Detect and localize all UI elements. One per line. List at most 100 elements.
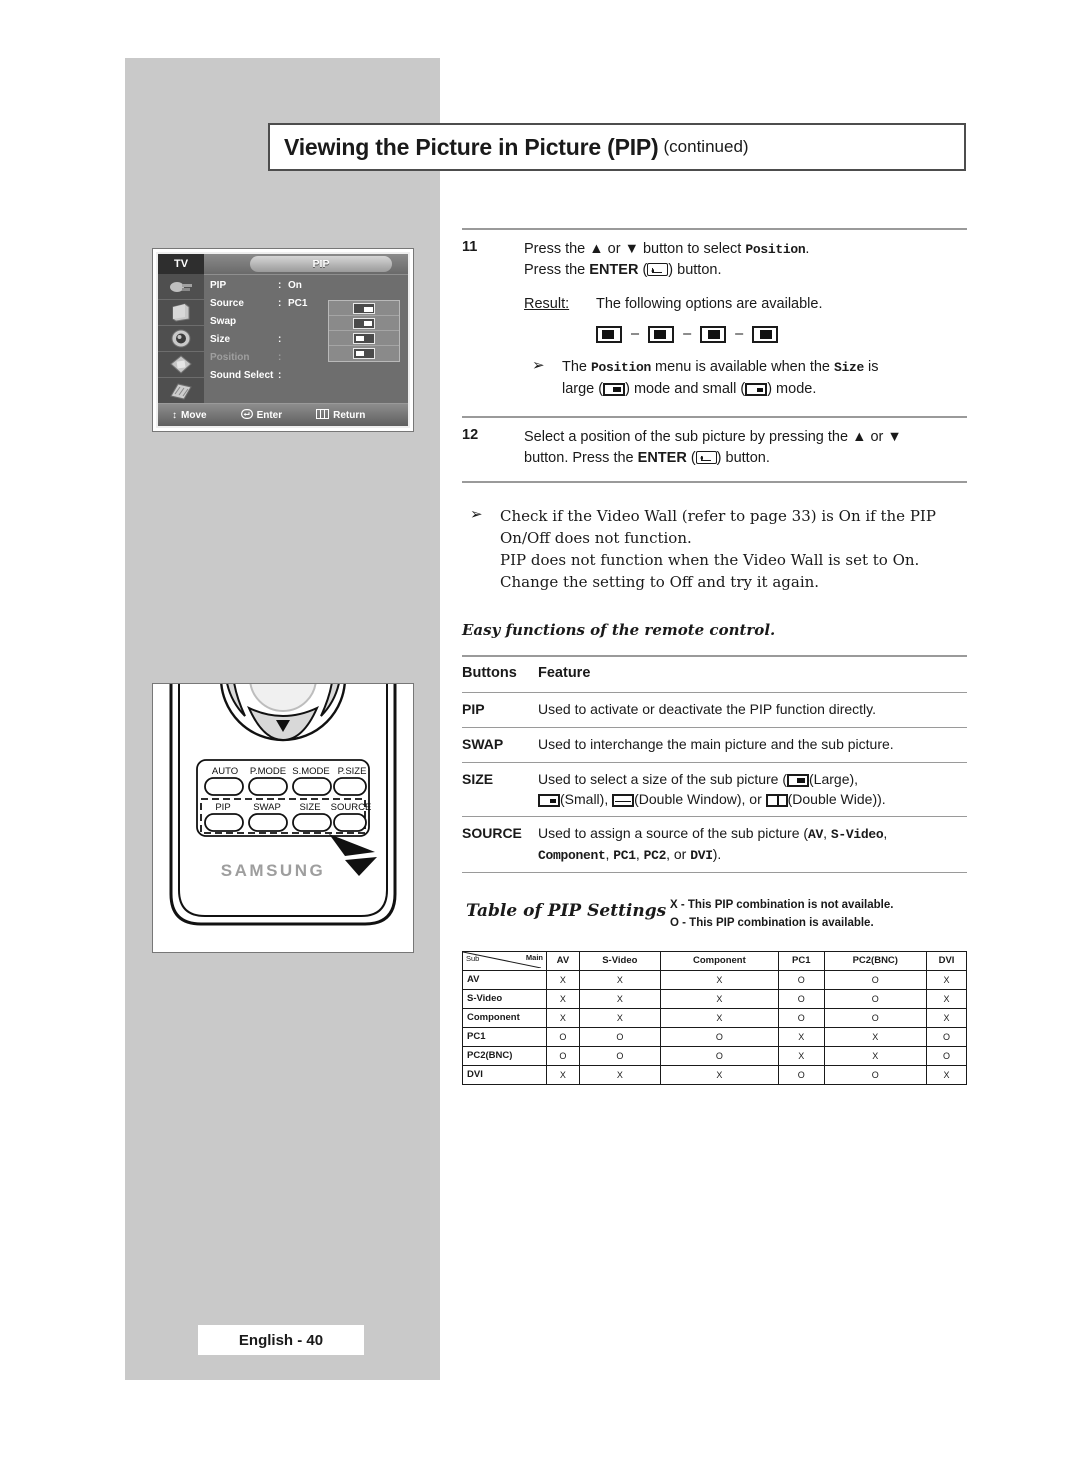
- cell: X: [578, 1064, 661, 1085]
- pip-icon: [158, 378, 204, 404]
- row-header: PC1: [462, 1026, 547, 1047]
- legend-x: X - This PIP combination is not availabl…: [670, 899, 894, 912]
- table-row: PIP Used to activate or deactivate the P…: [462, 692, 967, 728]
- note-text: The Position menu is available when the …: [562, 357, 879, 401]
- osd-icon-column: [158, 274, 204, 404]
- double-wide-icon: [765, 793, 788, 807]
- osd-value: PC1: [288, 297, 308, 309]
- column-header-buttons: Buttons: [462, 665, 517, 682]
- osd-label: PIP: [210, 279, 227, 291]
- table-row: DVI X X X O O X: [462, 1064, 967, 1085]
- osd-tab-pip: PIP: [250, 256, 392, 272]
- pip-settings-title: Table of PIP Settings: [466, 901, 667, 922]
- remote-button-psize: [333, 777, 367, 796]
- manual-page: Viewing the Picture in Picture (PIP) (co…: [0, 0, 1080, 1473]
- size-large-icon: [603, 382, 626, 396]
- position-option-icons: – – –: [596, 324, 879, 345]
- row-header: PC2(BNC): [462, 1045, 547, 1066]
- step-line: button. Press the ENTER () button.: [524, 449, 770, 466]
- sound-icon: [158, 326, 204, 352]
- cell: O: [546, 1026, 580, 1047]
- row-header: AV: [462, 969, 547, 990]
- table-row: SIZE Used to select a size of the sub pi…: [462, 762, 967, 817]
- remote-button-pip: [204, 813, 244, 832]
- input-source-icon: [158, 274, 204, 300]
- cell: X: [546, 1007, 580, 1028]
- osd-row-pip: PIP : On: [210, 276, 404, 294]
- step-number: 12: [462, 426, 479, 443]
- step-body: Select a position of the sub picture by …: [524, 427, 902, 469]
- osd-label: Swap: [210, 315, 237, 327]
- cell: X: [659, 1007, 779, 1028]
- cell: O: [823, 969, 928, 990]
- cell: O: [777, 1007, 825, 1028]
- osd-label: Sound Select: [210, 369, 274, 381]
- corner-main-label: Main: [525, 952, 543, 962]
- remote-btn-label-swap: SWAP: [253, 802, 281, 813]
- remote-btn-label-smode: S.MODE: [292, 766, 329, 777]
- cell: X: [777, 1026, 825, 1047]
- remote-btn-label-source: SOURCE: [331, 802, 372, 813]
- osd-colon: :: [278, 279, 282, 291]
- column-header: PC1: [777, 950, 825, 971]
- osd-size-options: [328, 300, 400, 362]
- cell: O: [659, 1045, 779, 1066]
- cell: X: [546, 969, 580, 990]
- position-note: ➢ The Position menu is available when th…: [532, 357, 879, 401]
- osd-label: Size: [210, 333, 231, 345]
- osd-help-label: Enter: [256, 409, 283, 421]
- content-column: 11 Press the ▲ or ▼ button to select Pos…: [462, 0, 967, 1473]
- osd-colon: :: [278, 297, 282, 309]
- cell: O: [546, 1045, 580, 1066]
- position-top-left-icon: [648, 326, 675, 344]
- size-large-icon: [353, 302, 375, 314]
- result-block: Result: The following options are availa…: [524, 294, 879, 315]
- cell: X: [823, 1026, 928, 1047]
- remote-button-swap: [248, 813, 288, 832]
- button-name: SWAP: [462, 735, 504, 752]
- note-line: PIP does not function when the Video Wal…: [500, 550, 920, 569]
- button-name: SIZE: [462, 770, 494, 787]
- legend-o: O - This PIP combination is available.: [670, 917, 874, 930]
- cell: X: [659, 988, 779, 1009]
- easy-functions-heading: Easy functions of the remote control.: [462, 621, 776, 640]
- menu-icon: [316, 408, 330, 422]
- dash-separator: –: [631, 326, 640, 343]
- cell: X: [823, 1045, 928, 1066]
- table-row: PC1 O O O X X O: [462, 1026, 967, 1047]
- step-line: Select a position of the sub picture by …: [524, 428, 902, 445]
- cell: X: [926, 988, 967, 1009]
- size-variant-icon: [353, 348, 375, 359]
- cell: X: [926, 1007, 967, 1028]
- size-variant-icon: [353, 332, 375, 344]
- table-row: SOURCE Used to assign a source of the su…: [462, 817, 967, 873]
- size-variant-icon: [353, 317, 375, 329]
- cell: O: [926, 1045, 967, 1066]
- video-wall-note: ➢ Check if the Video Wall (refer to page…: [470, 505, 967, 594]
- page-footer: English - 40: [198, 1325, 364, 1355]
- cell: O: [777, 988, 825, 1009]
- osd-help-return: Return: [316, 408, 366, 422]
- cell: O: [926, 1026, 967, 1047]
- osd-colon: :: [278, 351, 282, 363]
- osd-tv-label: TV: [158, 254, 204, 274]
- dash-separator: –: [735, 326, 744, 343]
- enter-key-icon: [647, 263, 669, 277]
- osd-help-label: Return: [333, 409, 366, 421]
- position-bottom-left-icon: [596, 326, 622, 344]
- remote-btn-label-pip: PIP: [215, 802, 230, 813]
- button-feature: Used to assign a source of the sub pictu…: [538, 825, 888, 863]
- table-row: AV X X X O O X: [462, 969, 967, 990]
- remote-btn-label-psize: P.SIZE: [338, 766, 367, 777]
- button-name: SOURCE: [462, 825, 522, 842]
- step-line: Press the ENTER () button.: [524, 262, 722, 279]
- column-header-feature: Feature: [538, 665, 591, 682]
- note-line: On/Off does not function.: [500, 528, 692, 547]
- cell: O: [777, 1064, 825, 1085]
- result-text: The following options are available.: [596, 296, 823, 313]
- osd-colon: :: [278, 333, 282, 345]
- osd-label: Position: [210, 351, 250, 363]
- remote-button-pmode: [248, 777, 288, 796]
- note-text: Check if the Video Wall (refer to page 3…: [500, 505, 936, 594]
- remote-btn-label-pmode: P.MODE: [250, 766, 286, 777]
